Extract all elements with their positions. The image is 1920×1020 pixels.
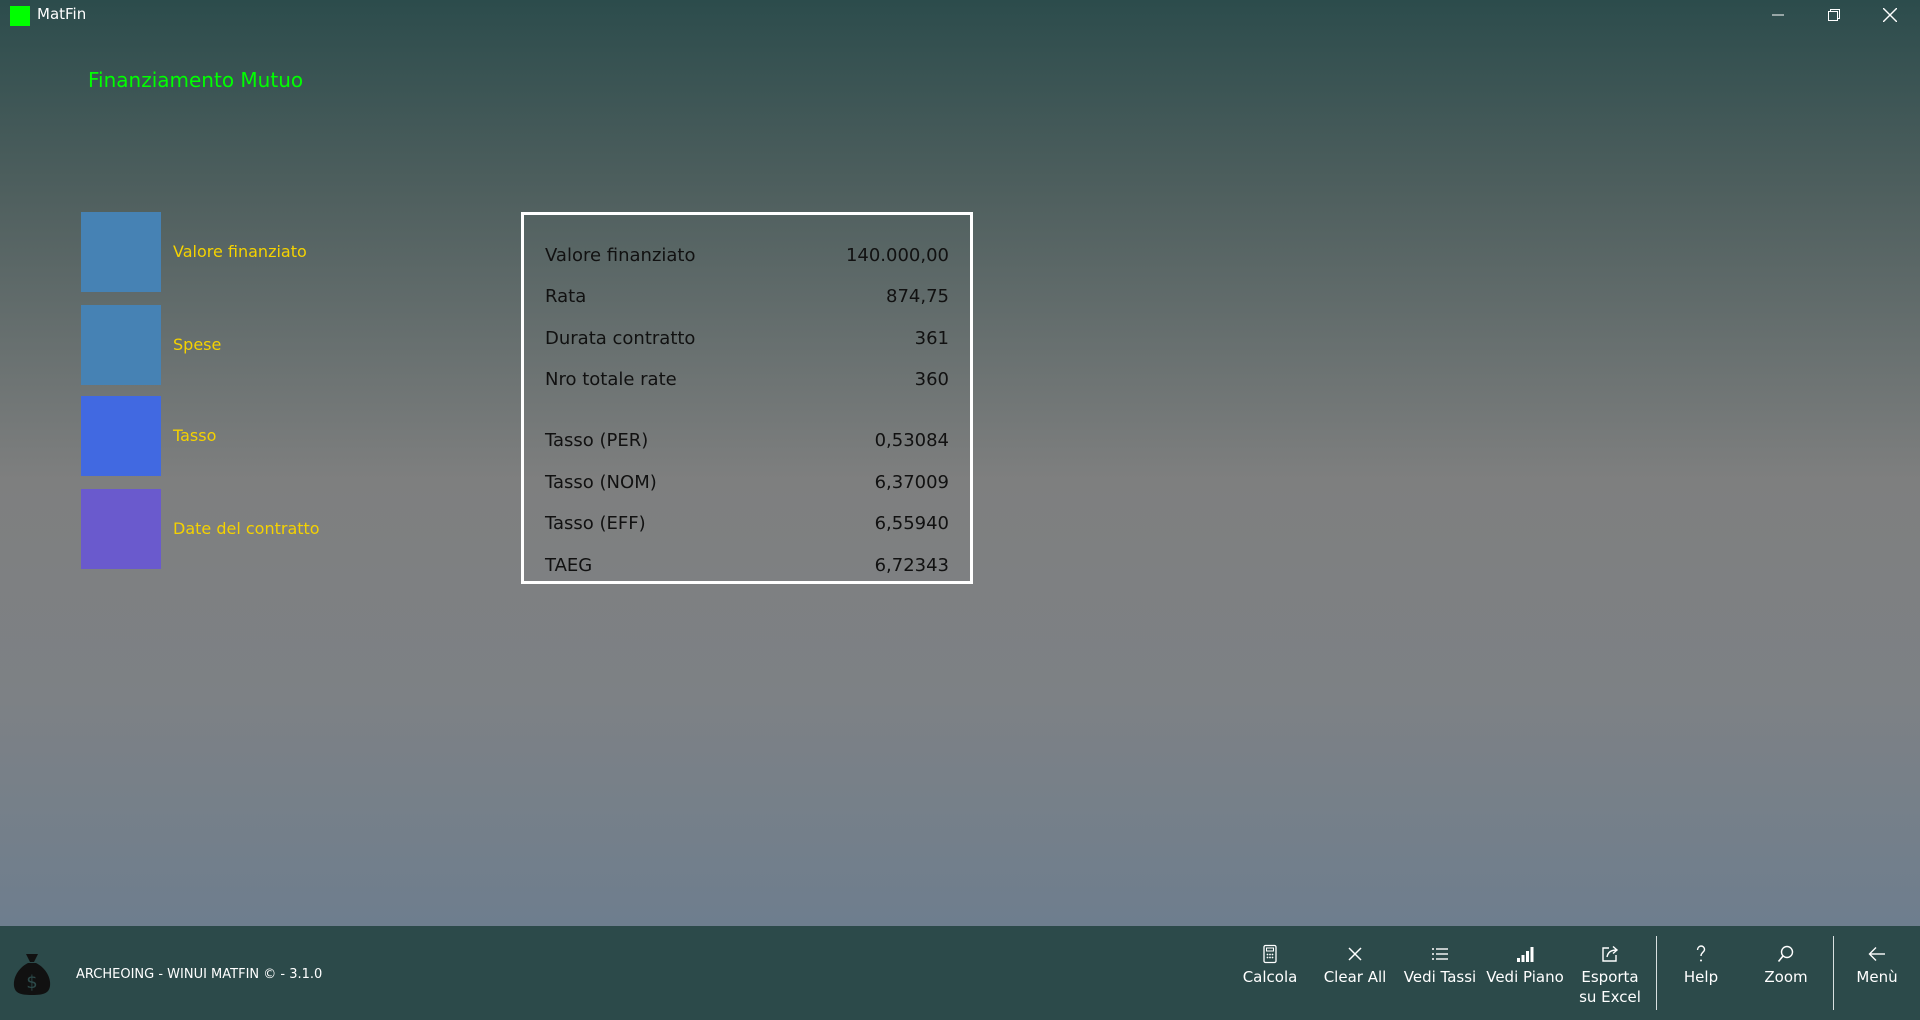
summary-label: TAEG <box>545 554 593 576</box>
tile-swatch[interactable] <box>81 489 161 569</box>
summary-value: 6,72343 <box>874 554 949 576</box>
summary-row: TAEG 6,72343 <box>545 553 949 577</box>
tile-spese[interactable]: Spese <box>81 305 411 385</box>
summary-label: Tasso (NOM) <box>545 471 657 493</box>
bar-chart-icon <box>1517 947 1534 962</box>
calculator-icon <box>1263 944 1277 964</box>
summary-row: Durata contratto 361 <box>545 326 949 350</box>
menu-label: Menù <box>1856 968 1898 986</box>
list-icon <box>1432 948 1448 960</box>
summary-label: Tasso (PER) <box>545 429 649 451</box>
tile-label[interactable]: Spese <box>173 335 221 354</box>
vedi-piano-button[interactable]: Vedi Piano <box>1483 944 1567 1014</box>
summary-value: 0,53084 <box>874 429 949 451</box>
vedi-tassi-button[interactable]: Vedi Tassi <box>1398 944 1482 1014</box>
summary-value: 140.000,00 <box>845 244 949 266</box>
tile-swatch[interactable] <box>81 305 161 385</box>
summary-value: 360 <box>914 368 949 390</box>
summary-value: 874,75 <box>886 285 949 307</box>
minimize-button[interactable] <box>1750 0 1806 30</box>
tile-label[interactable]: Valore finanziato <box>173 242 307 261</box>
calcola-button[interactable]: Calcola <box>1228 944 1312 1014</box>
app-icon <box>10 6 30 26</box>
tile-date-contratto[interactable]: Date del contratto <box>81 489 411 569</box>
clear-all-button[interactable]: Clear All <box>1313 944 1397 1014</box>
calcola-label: Calcola <box>1242 968 1298 986</box>
help-button[interactable]: Help <box>1659 944 1743 1014</box>
back-arrow-icon <box>1868 947 1885 961</box>
brand-text: ARCHEOING - WINUI MATFIN © - 3.1.0 <box>76 967 323 982</box>
restore-button[interactable] <box>1806 0 1862 30</box>
esporta-excel-button[interactable]: Esporta su Excel <box>1568 944 1652 1014</box>
command-bar: $ ARCHEOING - WINUI MATFIN © - 3.1.0 Cal… <box>0 926 1920 1020</box>
summary-label: Tasso (EFF) <box>545 512 646 534</box>
tile-valore-finanziato[interactable]: Valore finanziato <box>81 212 411 292</box>
summary-label: Valore finanziato <box>545 244 696 266</box>
summary-panel: Valore finanziato 140.000,00 Rata 874,75… <box>521 212 973 584</box>
summary-row: Rata 874,75 <box>545 284 949 308</box>
close-icon <box>1348 947 1362 961</box>
page-title: Finanziamento Mutuo <box>88 68 304 92</box>
summary-value: 6,37009 <box>874 471 949 493</box>
summary-label: Durata contratto <box>545 327 696 349</box>
money-bag-icon: $ <box>13 954 51 995</box>
tile-swatch[interactable] <box>81 396 161 476</box>
zoom-label: Zoom <box>1764 968 1808 986</box>
question-icon <box>1696 945 1706 962</box>
help-label: Help <box>1683 968 1719 986</box>
summary-label: Rata <box>545 285 587 307</box>
summary-value: 361 <box>914 327 949 349</box>
summary-label: Nro totale rate <box>545 368 677 390</box>
summary-value: 6,55940 <box>874 512 949 534</box>
separator <box>1656 936 1657 1010</box>
tile-label[interactable]: Date del contratto <box>173 519 320 538</box>
share-icon <box>1602 945 1619 962</box>
summary-row: Tasso (PER) 0,53084 <box>545 428 949 452</box>
close-button[interactable] <box>1862 0 1918 30</box>
app-title: MatFin <box>37 5 87 23</box>
search-icon <box>1777 945 1794 963</box>
vedi-tassi-label: Vedi Tassi <box>1403 968 1477 986</box>
tile-swatch[interactable] <box>81 212 161 292</box>
svg-text:$: $ <box>26 972 37 993</box>
title-bar: MatFin <box>0 0 1920 30</box>
tile-tasso[interactable]: Tasso <box>81 396 411 476</box>
summary-row: Tasso (NOM) 6,37009 <box>545 470 949 494</box>
minimize-icon <box>1772 14 1784 16</box>
clear-all-label: Clear All <box>1323 968 1387 986</box>
separator <box>1833 936 1834 1010</box>
summary-row: Valore finanziato 140.000,00 <box>545 243 949 267</box>
zoom-button[interactable]: Zoom <box>1744 944 1828 1014</box>
tile-label[interactable]: Tasso <box>173 426 216 445</box>
vedi-piano-label: Vedi Piano <box>1486 968 1564 986</box>
menu-button[interactable]: Menù <box>1835 944 1919 1014</box>
esporta-excel-label: Esporta su Excel <box>1579 968 1641 1006</box>
summary-row: Tasso (EFF) 6,55940 <box>545 511 949 535</box>
summary-row: Nro totale rate 360 <box>545 367 949 391</box>
restore-icon <box>1828 9 1840 21</box>
close-icon <box>1883 8 1897 22</box>
